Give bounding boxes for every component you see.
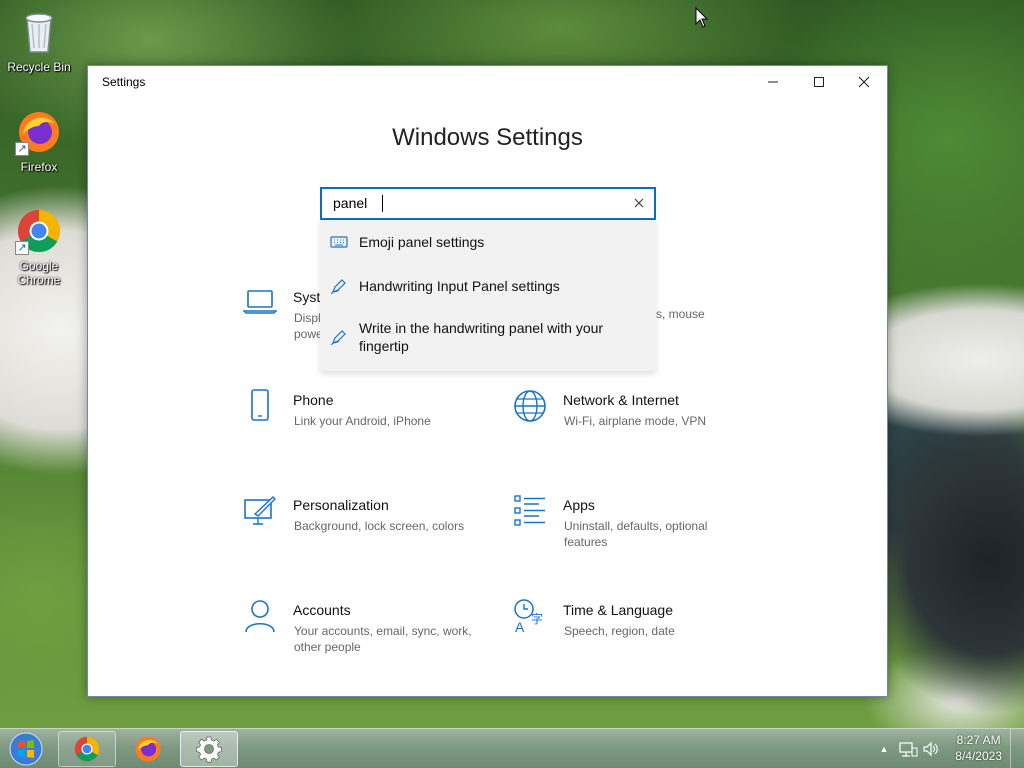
minimize-icon [768, 81, 778, 83]
search-suggestions: Emoji panel settings Handwriting Input P… [320, 220, 656, 371]
tile-phone[interactable]: Phone Link your Android, iPhone [243, 389, 483, 459]
maximize-icon [814, 77, 824, 87]
tile-name: Time & Language [563, 602, 673, 618]
personalization-icon [244, 496, 276, 525]
tile-description: Link your Android, iPhone [294, 414, 431, 428]
desktop-icon-google-chrome[interactable]: ↗ Google Chrome [1, 207, 77, 287]
taskbar-firefox-button[interactable] [119, 731, 177, 767]
suggestion-label: Handwriting Input Panel settings [359, 278, 560, 294]
firefox-icon [135, 736, 161, 762]
desktop-icon-label: Firefox [20, 160, 58, 174]
taskbar-chrome-button[interactable] [58, 731, 116, 767]
globe-icon [514, 390, 546, 422]
suggestion-emoji-panel-settings[interactable]: Emoji panel settings [320, 227, 656, 257]
desktop-icon-label: Recycle Bin [7, 60, 71, 74]
suggestion-label: Emoji panel settings [359, 234, 485, 250]
chrome-icon [74, 736, 100, 762]
tile-network-internet[interactable]: Network & Internet Wi-Fi, airplane mode,… [513, 389, 753, 459]
suggestion-handwriting-input-panel[interactable]: Handwriting Input Panel settings [320, 271, 656, 301]
tile-apps[interactable]: Apps Uninstall, defaults, optional featu… [513, 494, 753, 564]
tile-description: Uninstall, defaults, optional features [564, 519, 708, 549]
minimize-button[interactable] [750, 66, 796, 98]
tile-description: Speech, region, date [564, 624, 675, 638]
tile-name: Accounts [293, 602, 351, 618]
person-icon [245, 600, 275, 633]
page-title: Windows Settings [392, 124, 583, 151]
tile-personalization[interactable]: Personalization Background, lock screen,… [243, 494, 483, 564]
desktop-icon-label: Google Chrome [17, 259, 61, 287]
window-titlebar[interactable]: Settings [88, 66, 887, 98]
firefox-icon: ↗ [15, 108, 63, 156]
time-language-icon: A 字 [514, 599, 543, 633]
suggestion-write-handwriting-panel[interactable]: Write in the handwriting panel with your… [320, 314, 656, 360]
clear-search-button[interactable] [630, 194, 648, 212]
tile-name: Phone [293, 392, 334, 408]
shortcut-arrow-icon: ↗ [15, 241, 29, 255]
suggestion-label: Write in the handwriting panel with your… [359, 320, 604, 354]
pen-icon [330, 330, 346, 346]
taskbar-clock[interactable]: 8:27 AM 8/4/2023 [955, 732, 1002, 764]
close-icon [858, 76, 870, 88]
search-input[interactable]: panel [320, 187, 656, 220]
show-desktop-button[interactable] [1010, 729, 1024, 768]
close-icon [634, 198, 644, 208]
tile-name: Apps [563, 497, 595, 513]
settings-window: Settings Windows Settings panel Emoji pa… [87, 65, 888, 697]
keyboard-icon [330, 236, 348, 248]
windows-logo-icon [9, 732, 43, 766]
tile-time-language[interactable]: A 字 Time & Language Speech, region, date [513, 599, 753, 669]
network-icon[interactable] [898, 740, 918, 758]
tile-devices[interactable]: s, mouse [656, 306, 716, 376]
apps-list-icon [514, 495, 545, 526]
start-button[interactable] [3, 730, 49, 768]
close-button[interactable] [841, 66, 887, 98]
tile-description: s, mouse [656, 307, 705, 321]
chrome-icon: ↗ [15, 207, 63, 255]
phone-icon [251, 389, 269, 421]
window-title: Settings [102, 75, 146, 89]
system-tray: ▲ [876, 729, 940, 768]
tile-description: Background, lock screen, colors [294, 519, 465, 533]
tile-description: Wi-Fi, airplane mode, VPN [564, 414, 707, 428]
tile-description: Your accounts, email, sync, work, other … [294, 624, 472, 654]
clock-date: 8/4/2023 [955, 749, 1002, 763]
text-caret [382, 195, 383, 212]
svg-text:A: A [515, 619, 525, 633]
tile-accounts[interactable]: Accounts Your accounts, email, sync, wor… [243, 599, 483, 669]
show-hidden-icons-button[interactable]: ▲ [876, 744, 892, 754]
clock-time: 8:27 AM [956, 733, 1001, 747]
recycle-bin-icon [15, 8, 63, 56]
pen-icon [330, 279, 346, 295]
taskbar: ▲ 8:27 AM 8/4/2023 [0, 728, 1024, 768]
search-input-value: panel [333, 195, 368, 211]
shortcut-arrow-icon: ↗ [15, 142, 29, 156]
maximize-button[interactable] [796, 66, 842, 98]
laptop-icon [243, 290, 277, 314]
taskbar-settings-button[interactable] [180, 731, 238, 767]
desktop-icon-recycle-bin[interactable]: Recycle Bin [1, 8, 77, 74]
tile-name: Personalization [293, 497, 389, 513]
volume-icon[interactable] [922, 740, 940, 758]
svg-text:字: 字 [531, 611, 543, 626]
mouse-cursor-icon [695, 7, 709, 28]
tile-name: Network & Internet [563, 392, 679, 408]
gear-icon [196, 736, 222, 763]
desktop-icon-firefox[interactable]: ↗ Firefox [1, 108, 77, 174]
